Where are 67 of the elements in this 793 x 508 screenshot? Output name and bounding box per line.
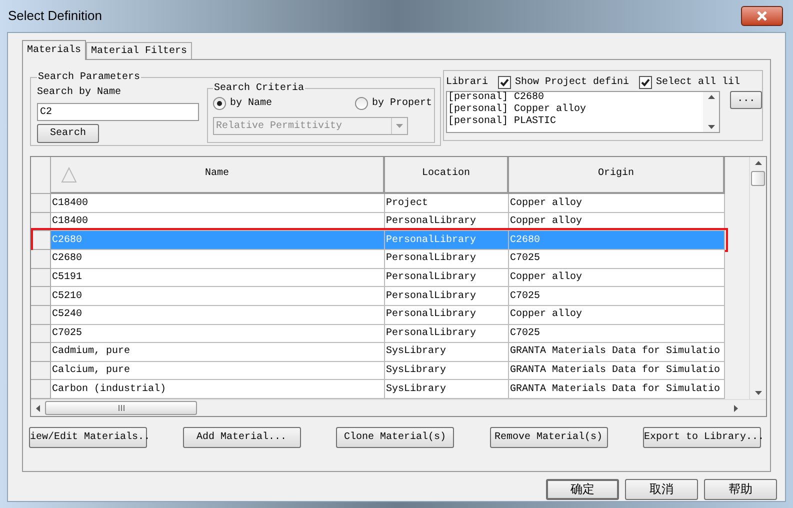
scroll-down-arrow-icon[interactable] (754, 391, 762, 395)
checkbox-label: Select all lil (656, 76, 740, 90)
radio-button[interactable] (213, 97, 226, 110)
row-header[interactable] (31, 306, 51, 324)
row-header[interactable] (31, 343, 51, 362)
search-button[interactable]: Search (37, 124, 99, 143)
column-header[interactable]: Location (385, 157, 509, 194)
scroll-thumb[interactable] (751, 170, 765, 186)
dialog-button[interactable]: 帮助 (704, 479, 777, 500)
group-title: Search Criteria (213, 82, 306, 96)
column-header[interactable]: Origin (509, 157, 725, 194)
dialog-button[interactable]: 取消 (625, 479, 698, 500)
scrollbar[interactable] (703, 92, 720, 132)
radio-label: by Name (230, 96, 272, 111)
table-row[interactable]: C2680 PersonalLibrary C7025 (31, 250, 725, 269)
close-button[interactable] (741, 6, 783, 26)
scroll-up-arrow-icon[interactable] (754, 161, 762, 165)
checkbox[interactable] (639, 76, 652, 88)
scroll-right-arrow-icon[interactable] (734, 404, 738, 412)
search-field[interactable]: C2 (37, 103, 199, 122)
scroll-down-arrow-icon[interactable] (708, 125, 715, 129)
group-title: Search Parameters (37, 70, 142, 85)
browse-button[interactable]: ... (730, 91, 762, 109)
tab[interactable]: Materials (22, 40, 86, 60)
tab[interactable]: Material Filters (86, 42, 192, 59)
row-header[interactable] (31, 362, 51, 380)
close-icon (756, 11, 768, 21)
library-item[interactable]: [personal] PLASTIC (448, 116, 704, 128)
table-row[interactable]: C5210 PersonalLibrary C7025 (31, 287, 725, 306)
vertical-scrollbar[interactable] (749, 157, 766, 399)
action-button[interactable]: Clone Material(s) (336, 427, 454, 448)
action-button[interactable]: iew/Edit Materials.. (29, 427, 147, 448)
scroll-thumb[interactable] (45, 401, 197, 415)
checkbox-label: Show Project defini (515, 76, 630, 90)
scroll-left-arrow-icon[interactable] (36, 404, 40, 412)
row-header[interactable] (31, 380, 51, 399)
action-button[interactable]: Add Material... (182, 427, 300, 448)
sort-triangle-icon (61, 167, 77, 183)
grip-icon (118, 405, 124, 411)
row-header[interactable] (31, 268, 51, 288)
checkbox[interactable] (498, 76, 512, 88)
dialog-button[interactable]: 确定 (546, 479, 619, 500)
table-row[interactable]: Carbon (industrial) SysLibrary GRANTA Materials Data for Simulatio (31, 380, 725, 399)
row-header[interactable] (31, 324, 51, 344)
row-header[interactable] (31, 231, 51, 250)
row-header[interactable] (31, 194, 51, 213)
table-row[interactable]: C5191 PersonalLibrary Copper alloy (31, 268, 725, 288)
action-button[interactable]: Remove Material(s) (490, 427, 608, 448)
column-header[interactable]: Name (51, 157, 385, 194)
library-list[interactable]: [personal] C2680 [personal] Copper alloy [personal] PLASTIC (446, 91, 720, 133)
table-row[interactable]: Cadmium, pure SysLibrary GRANTA Materials Data for Simulatio (31, 343, 725, 362)
field-label: Search by Name (37, 86, 122, 100)
row-header[interactable] (31, 250, 51, 269)
table-row[interactable]: C7025 PersonalLibrary C7025 (31, 324, 725, 344)
library-item[interactable]: [personal] C2680 (448, 92, 704, 104)
table-row[interactable]: Calcium, pure SysLibrary GRANTA Materials Data for Simulatio (31, 362, 725, 380)
radio-label: by Propert (372, 96, 432, 111)
radio-button[interactable] (354, 97, 368, 110)
scroll-up-arrow-icon[interactable] (708, 95, 715, 99)
libraries-label: Librari (446, 76, 488, 90)
library-item[interactable]: [personal] Copper alloy (448, 104, 704, 116)
row-header[interactable] (31, 287, 51, 306)
horizontal-scrollbar[interactable] (31, 399, 766, 416)
table-row[interactable]: C5240 PersonalLibrary Copper alloy (31, 306, 725, 324)
table-row[interactable]: C18400 Project Copper alloy (31, 194, 725, 213)
action-button[interactable]: Export to Library... (643, 427, 761, 448)
window-title: Select Definition (8, 7, 102, 26)
